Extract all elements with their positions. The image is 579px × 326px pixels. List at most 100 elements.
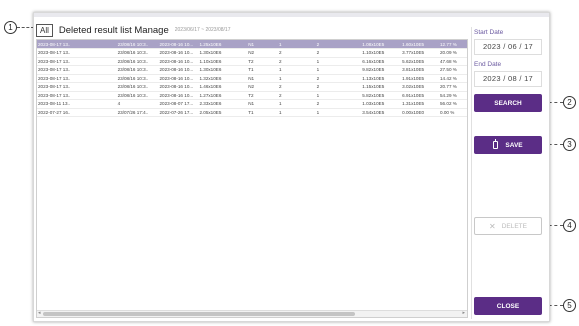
table-row[interactable]: 2023-08-11 13.. 4 2023-08-07 17... 2.33x10E… (37, 99, 467, 109)
table-cell: 2023-08-16 10... (158, 40, 199, 49)
table-row[interactable]: 2023-08-17 13.. 23/08/16 10:3.. 2023-08-16… (37, 57, 467, 66)
table-cell: 2023-08-17 13.. (37, 40, 117, 49)
table-cell: 4 (116, 99, 159, 109)
start-date-label: Start Date (474, 29, 504, 36)
table-cell: 1 (277, 99, 316, 109)
save-button-label: SAVE (505, 141, 523, 149)
table-cell: 2 (315, 99, 362, 109)
table-cell: 2023-08-16 10... (158, 82, 199, 92)
table-cell: 1.13x10E5 (361, 74, 402, 83)
table-cell: 2 (315, 48, 362, 58)
table-cell: 1 (315, 91, 362, 100)
save-button[interactable]: SAVE (474, 136, 542, 154)
table-cell: T1 (247, 65, 278, 75)
table-cell: T2 (247, 91, 278, 100)
table-cell: 23/08/16 10:3.. (116, 48, 159, 58)
table-cell: 20.09 % (439, 48, 467, 58)
table-cell: 1.08x10E5 (361, 40, 402, 49)
end-date-field[interactable]: 2023 / 08 / 17 (474, 71, 542, 87)
table-cell: 3.77x10E5 (401, 48, 439, 58)
table-cell: T2 (247, 57, 278, 66)
callout-1: 1 (4, 21, 17, 34)
page-title: Deleted result list Manage (58, 24, 169, 36)
window-top-bar (34, 13, 549, 17)
table-cell: 1 (315, 65, 362, 75)
table-row[interactable]: 2023-08-17 13.. 23/08/16 10:3.. 2023-08-16… (37, 82, 467, 92)
table-cell: 2022-07-26 17... (158, 108, 199, 117)
horizontal-scrollbar[interactable]: ◂ ▸ (37, 310, 467, 317)
table-cell: 2023-08-16 10... (158, 65, 199, 75)
table-row[interactable]: 2022-07-27 16.. 23/07/26 17:4.. 2022-07-26… (37, 108, 467, 117)
table-cell: 1 (315, 108, 362, 117)
table-cell: 2023-08-17 13.. (37, 48, 117, 58)
table-row[interactable]: 2023-08-17 13.. 23/08/16 10:3.. 2023-08-16… (37, 48, 467, 58)
table-cell: 6.16x10E5 (361, 57, 402, 66)
table-cell: N1 (247, 40, 278, 49)
table-row[interactable]: 2023-08-17 13.. 23/08/16 10:3.. 2023-08-16… (37, 65, 467, 75)
table-cell: 2023-08-17 13.. (37, 65, 117, 75)
table-cell: 27.50 % (439, 65, 467, 75)
callout-1-line (17, 27, 34, 28)
result-table: 2023-08-17 13.. 23/08/16 10:3.. 2023-08-16… (37, 40, 467, 117)
callout-2: 2 (563, 96, 576, 109)
right-panel: Start Date 2023 / 06 / 17 End Date 2023 … (474, 29, 546, 93)
table-cell: 23/08/16 10:3.. (116, 82, 159, 92)
table-cell: 3.02x10E5 (401, 82, 439, 92)
delete-button[interactable]: ✕ DELETE (474, 217, 542, 235)
table-cell: 2023-08-11 13.. (37, 99, 117, 109)
close-button[interactable]: CLOSE (474, 297, 542, 315)
search-button[interactable]: SEARCH (474, 94, 542, 112)
window-header: All Deleted result list Manage 2023/06/1… (36, 23, 230, 37)
table-cell: 23/07/26 17:4.. (116, 108, 159, 117)
table-cell: 20.77 % (439, 82, 467, 92)
table-cell: N1 (247, 99, 278, 109)
table-cell: 1.10x10E5 (361, 48, 402, 58)
table-cell: 5.82x10E5 (361, 91, 402, 100)
delete-button-label: DELETE (501, 222, 527, 230)
table-cell: 1.15x10E5 (361, 82, 402, 92)
callout-5: 5 (563, 299, 576, 312)
search-button-label: SEARCH (494, 99, 522, 107)
table-cell: 0.00 % (439, 108, 467, 117)
table-cell: 12.77 % (439, 40, 467, 49)
table-row[interactable]: 2023-08-17 13.. 23/08/16 10:3.. 2023-08-16… (37, 40, 467, 49)
table-cell: 1.10x10E6 (198, 57, 248, 66)
date-range-text: 2023/06/17 ~ 2023/08/17 (174, 27, 231, 33)
table-cell: 1.91x10E5 (401, 74, 439, 83)
table-cell: 2 (315, 74, 362, 83)
table-cell: 2022-07-27 16.. (37, 108, 117, 117)
table-cell: 1 (277, 65, 316, 75)
table-cell: 23/08/16 10:3.. (116, 91, 159, 100)
table-cell: 1.27x10E6 (198, 91, 248, 100)
scroll-right-icon[interactable]: ▸ (462, 310, 465, 316)
table-row[interactable]: 2023-08-17 13.. 23/08/16 10:3.. 2023-08-16… (37, 91, 467, 100)
table-cell: 1 (277, 108, 316, 117)
table-cell: 1.46x10E6 (198, 82, 248, 92)
table-cell: 1.32x10E6 (198, 74, 248, 83)
callout-3: 3 (563, 138, 576, 151)
table-row[interactable]: 2023-08-17 13.. 23/08/16 10:3.. 2023-08-16… (37, 74, 467, 83)
table-cell: 2023-08-07 17... (158, 99, 199, 109)
battery-save-icon (493, 139, 499, 149)
table-cell: 6.91x10E5 (401, 91, 439, 100)
start-date-field[interactable]: 2023 / 06 / 17 (474, 39, 542, 55)
table-cell: 0.00x10E0 (401, 108, 439, 117)
table-cell: 2 (277, 57, 316, 66)
table-cell: 2023-08-17 13.. (37, 57, 117, 66)
table-cell: 23/08/16 10:3.. (116, 40, 159, 49)
table-cell: 2023-08-16 10... (158, 91, 199, 100)
table-cell: 1.25x10E6 (198, 40, 248, 49)
table-cell: 14.42 % (439, 74, 467, 83)
result-table-container: 2023-08-17 13.. 23/08/16 10:3.. 2023-08-16… (36, 39, 468, 318)
scroll-left-icon[interactable]: ◂ (38, 310, 41, 316)
table-cell: 2023-08-17 13.. (37, 82, 117, 92)
all-filter-button[interactable]: All (36, 23, 53, 37)
table-cell: 23/08/16 10:3.. (116, 65, 159, 75)
table-cell: 1.30x10E6 (198, 48, 248, 58)
table-cell: 2 (315, 82, 362, 92)
table-cell: 5.62x10E5 (401, 57, 439, 66)
table-cell: 2 (277, 82, 316, 92)
scrollbar-thumb[interactable] (43, 312, 355, 316)
table-cell: 9.82x10E5 (361, 65, 402, 75)
table-cell: N1 (247, 74, 278, 83)
